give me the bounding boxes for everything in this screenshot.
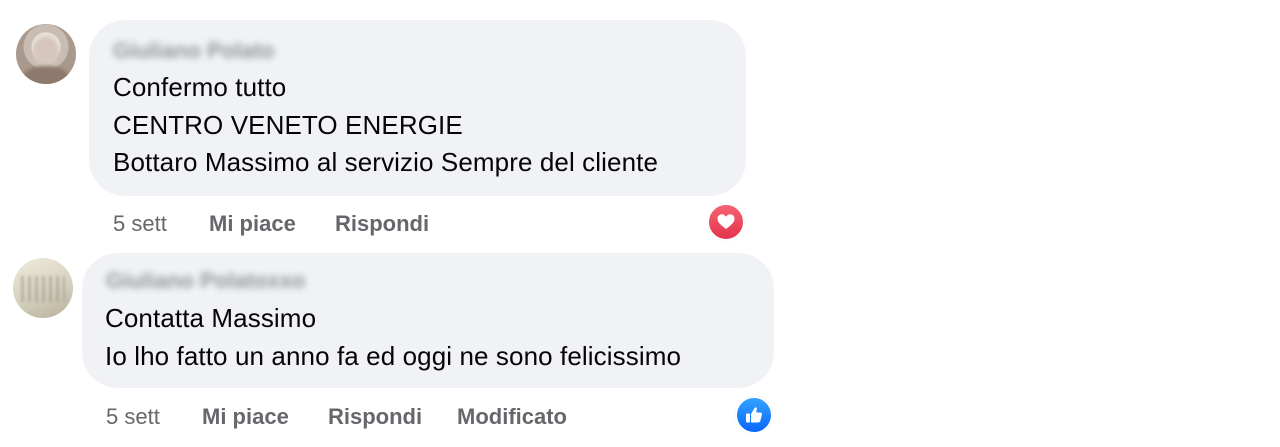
comment-text-line: Contatta Massimo: [105, 303, 317, 333]
avatar[interactable]: [13, 258, 73, 318]
like-button[interactable]: Mi piace: [209, 211, 296, 237]
comment-text-line: Bottaro Massimo al servizio Sempre del c…: [113, 147, 659, 177]
comment-timestamp[interactable]: 5 sett: [106, 404, 160, 430]
like-button[interactable]: Mi piace: [202, 404, 289, 430]
avatar-shirt: [22, 66, 70, 84]
comment-bubble: Giuliano Polatoxxo Contatta Massimo Io l…: [82, 253, 774, 388]
comment-author[interactable]: Giuliano Polato: [113, 38, 274, 64]
comment-author[interactable]: Giuliano Polatoxxo: [106, 268, 305, 294]
comment-timestamp[interactable]: 5 sett: [113, 211, 167, 237]
thumbs-up-icon-glyph: [746, 407, 762, 423]
heart-icon-glyph: [717, 214, 735, 229]
comment-text-line: Confermo tutto: [113, 72, 287, 102]
avatar[interactable]: [16, 24, 76, 84]
thumbs-up-icon[interactable]: [735, 396, 773, 434]
comment-text-line: Io lho fatto un anno fa ed oggi ne sono …: [105, 341, 682, 371]
heart-icon[interactable]: [707, 203, 745, 241]
reply-button[interactable]: Rispondi: [335, 211, 429, 237]
edited-label[interactable]: Modificato: [457, 404, 567, 430]
comment-text-line: CENTRO VENETO ENERGIE: [113, 110, 463, 140]
avatar-texture: [21, 276, 65, 302]
reply-button[interactable]: Rispondi: [328, 404, 422, 430]
comment-bubble: Giuliano Polato Confermo tutto CENTRO VE…: [89, 20, 746, 196]
avatar-face: [33, 37, 59, 67]
